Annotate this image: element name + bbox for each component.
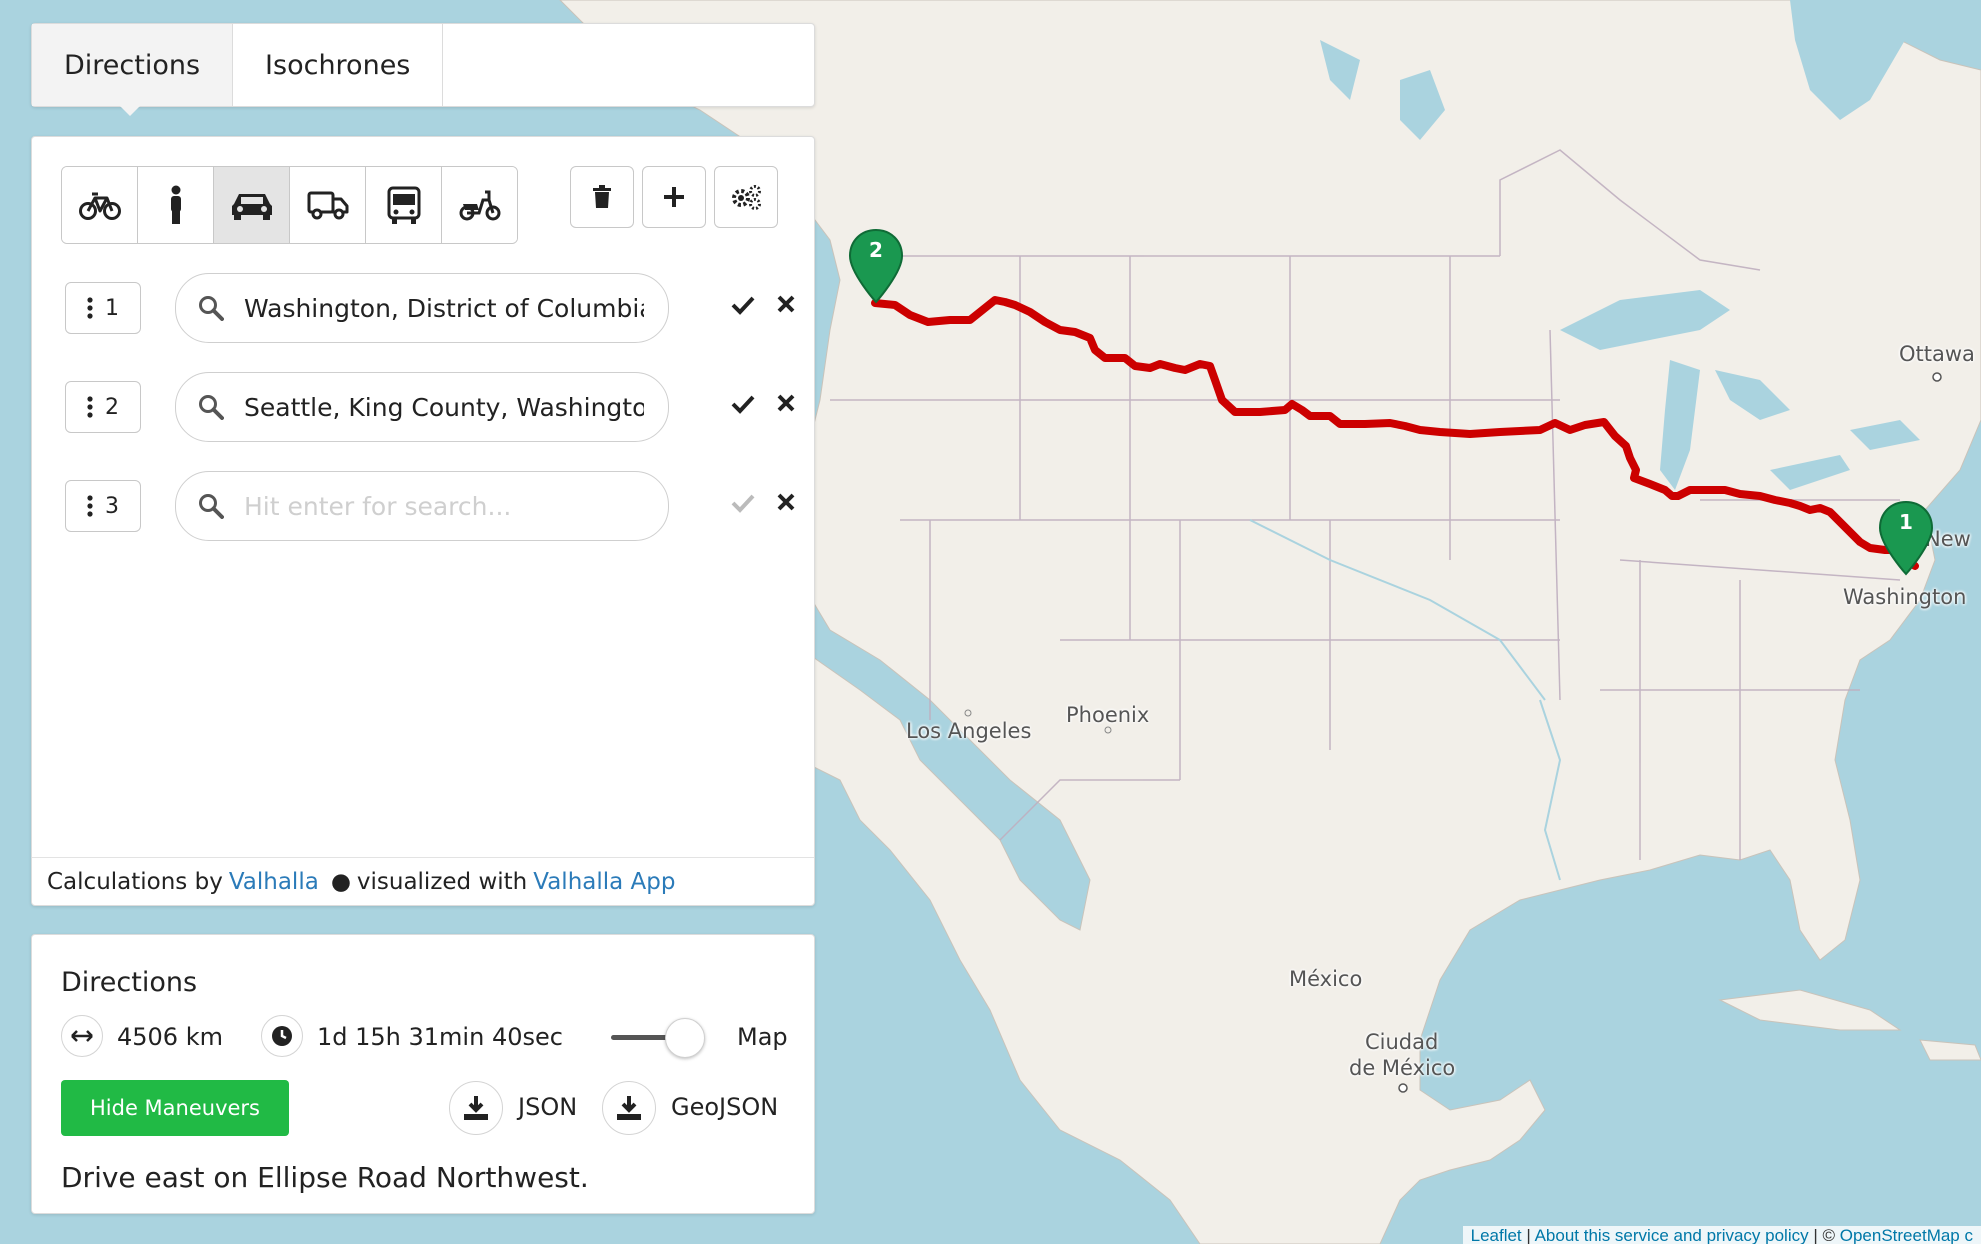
city-label-de-mexico: de México — [1349, 1056, 1456, 1080]
plus-icon — [664, 187, 684, 207]
map-attribution: Leaflet | About this service and privacy… — [1462, 1226, 1981, 1244]
search-icon — [198, 295, 224, 321]
waypoint-search-box — [175, 372, 669, 442]
credit-prefix: Calculations by — [47, 868, 223, 895]
waypoint-drag-handle[interactable]: 2 — [65, 381, 141, 433]
download-json-label[interactable]: JSON — [518, 1093, 577, 1121]
waypoint-drag-handle[interactable]: 3 — [65, 480, 141, 532]
confirm-check-icon[interactable] — [731, 493, 755, 513]
city-label-phoenix: Phoenix — [1066, 703, 1150, 727]
city-label-ciudad: Ciudad — [1365, 1030, 1439, 1054]
valhalla-link[interactable]: Valhalla — [229, 869, 319, 895]
drag-handle-icon — [87, 396, 93, 418]
download-geojson-button[interactable] — [602, 1081, 656, 1135]
osm-link[interactable]: OpenStreetMap c — [1840, 1226, 1973, 1244]
city-label-ottawa: Ottawa — [1899, 342, 1975, 366]
tab-pointer — [118, 104, 142, 116]
tab-isochrones[interactable]: Isochrones — [233, 24, 444, 106]
marker-label: 1 — [1899, 510, 1913, 534]
add-waypoint-button[interactable] — [642, 166, 706, 228]
mode-car-button[interactable] — [214, 167, 290, 243]
route-distance: 4506 km — [117, 1023, 223, 1051]
distance-icon — [61, 1015, 103, 1057]
waypoint-row: 3 — [65, 471, 805, 541]
waypoint-search-input[interactable] — [244, 293, 644, 323]
route-panel: 1 2 — [31, 136, 815, 906]
credit-line: Calculations by Valhalla ● visualized wi… — [32, 857, 814, 905]
waypoint-search-input[interactable] — [244, 491, 644, 521]
download-icon — [464, 1096, 488, 1120]
remove-waypoint-icon[interactable] — [777, 394, 795, 412]
remove-waypoint-icon[interactable] — [777, 295, 795, 313]
truck-icon — [307, 191, 348, 220]
attribution-separator: | — [1521, 1226, 1535, 1244]
clear-waypoints-button[interactable] — [570, 166, 634, 228]
credit-separator: ● — [330, 868, 351, 895]
car-icon — [231, 194, 272, 220]
waypoint-row: 1 — [65, 273, 805, 343]
confirm-check-icon[interactable] — [731, 394, 755, 414]
credit-middle: visualized with — [356, 868, 528, 895]
waypoint-search-box — [175, 471, 669, 541]
mode-bicycle-button[interactable] — [62, 167, 138, 243]
download-geojson-label[interactable]: GeoJSON — [671, 1093, 778, 1121]
map-toggle-track[interactable] — [611, 1035, 669, 1040]
download-icon — [617, 1096, 641, 1120]
travel-mode-selector — [61, 166, 518, 244]
pedestrian-icon — [170, 185, 181, 224]
download-json-button[interactable] — [449, 1081, 503, 1135]
marker-label: 2 — [869, 238, 883, 262]
map-marker-1[interactable]: 1 — [1878, 500, 1934, 576]
waypoint-search-input[interactable] — [244, 392, 644, 422]
mode-motor-scooter-button[interactable] — [442, 167, 517, 243]
motor-scooter-icon — [459, 190, 500, 221]
hide-maneuvers-button[interactable]: Hide Maneuvers — [61, 1080, 289, 1136]
remove-waypoint-icon[interactable] — [777, 493, 795, 511]
mode-pedestrian-button[interactable] — [138, 167, 214, 243]
drag-handle-icon — [87, 297, 93, 319]
clock-icon — [261, 1015, 303, 1057]
trash-icon — [593, 185, 611, 208]
map-toggle-knob[interactable] — [665, 1018, 705, 1058]
map-toggle-label: Map — [737, 1023, 788, 1051]
drag-handle-icon — [87, 495, 93, 517]
settings-button[interactable] — [714, 166, 778, 228]
first-maneuver-instruction: Drive east on Ellipse Road Northwest. — [61, 1161, 589, 1194]
confirm-check-icon[interactable] — [731, 295, 755, 315]
route-duration: 1d 15h 31min 40sec — [317, 1023, 563, 1051]
waypoint-index: 2 — [105, 394, 119, 420]
map-marker-2[interactable]: 2 — [848, 228, 904, 304]
bicycle-icon — [78, 192, 121, 220]
waypoint-index: 1 — [105, 295, 119, 321]
country-label-mexico: México — [1289, 967, 1363, 991]
search-icon — [198, 493, 224, 519]
directions-title: Directions — [61, 967, 198, 998]
settings-icon — [732, 185, 761, 210]
bus-icon — [387, 186, 420, 224]
search-icon — [198, 394, 224, 420]
waypoint-drag-handle[interactable]: 1 — [65, 282, 141, 334]
attribution-separator: | © — [1808, 1226, 1840, 1244]
directions-summary-panel: Directions 4506 km 1d 15h 31min 40sec Ma… — [31, 934, 815, 1214]
leaflet-link[interactable]: Leaflet — [1471, 1226, 1522, 1244]
waypoint-search-box — [175, 273, 669, 343]
mode-tabs: Directions Isochrones — [31, 23, 815, 107]
waypoint-index: 3 — [105, 493, 119, 519]
mode-bus-button[interactable] — [366, 167, 442, 243]
valhalla-app-link[interactable]: Valhalla App — [533, 869, 675, 895]
city-label-washington: Washington — [1843, 585, 1967, 609]
city-label-los-angeles: Los Angeles — [906, 719, 1032, 743]
tab-directions[interactable]: Directions — [32, 24, 234, 106]
waypoint-row: 2 — [65, 372, 805, 442]
mode-truck-button[interactable] — [290, 167, 366, 243]
privacy-link[interactable]: About this service and privacy policy — [1535, 1226, 1809, 1244]
